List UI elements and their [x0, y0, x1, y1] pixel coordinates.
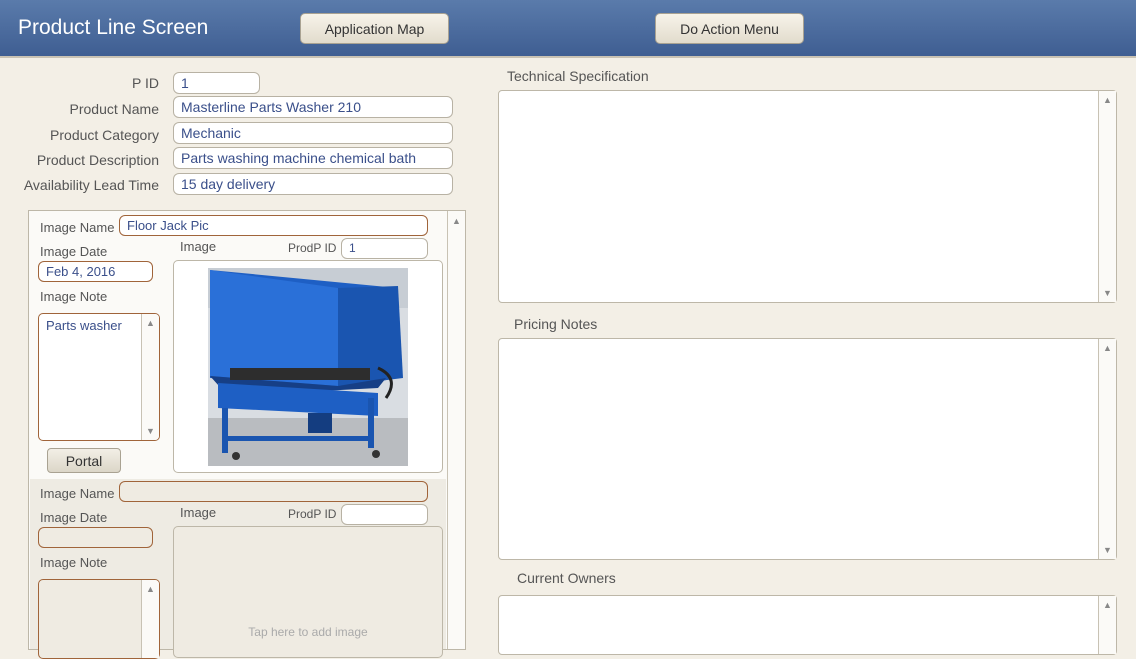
application-map-button[interactable]: Application Map: [300, 13, 449, 44]
pricing-notes-field[interactable]: ▲ ▼: [498, 338, 1117, 560]
pid-field[interactable]: 1: [173, 72, 260, 94]
product-category-field[interactable]: Mechanic: [173, 122, 453, 144]
image-portal: Image Name Floor Jack Pic Image Date Ima…: [28, 210, 466, 659]
image-label: Image: [180, 505, 217, 520]
image-name-field[interactable]: Floor Jack Pic: [119, 215, 428, 236]
product-description-label: Product Description: [36, 152, 159, 168]
product-description-field[interactable]: Parts washing machine chemical bath: [173, 147, 453, 169]
image-date-field[interactable]: [38, 527, 153, 548]
technical-specification-field[interactable]: ▲ ▼: [498, 90, 1117, 303]
product-name-field[interactable]: Masterline Parts Washer 210: [173, 96, 453, 118]
scroll-down-icon[interactable]: ▼: [142, 426, 159, 436]
current-owners-field[interactable]: ▲: [498, 595, 1117, 655]
scroll-up-icon[interactable]: ▲: [1099, 343, 1116, 353]
image-date-label: Image Date: [40, 244, 108, 259]
availability-lead-time-label: Availability Lead Time: [23, 177, 159, 193]
image-note-text: Parts washer: [46, 318, 122, 333]
prodp-id-label: ProdP ID: [288, 241, 337, 255]
scroll-up-icon[interactable]: ▲: [142, 584, 159, 594]
title-bar: Product Line Screen Application Map Do A…: [0, 0, 1136, 58]
tech-spec-scrollbar[interactable]: ▲ ▼: [1098, 91, 1116, 302]
image-container[interactable]: Tap here to add image: [173, 526, 443, 658]
pricing-notes-label: Pricing Notes: [514, 316, 598, 332]
image-note-label: Image Note: [40, 555, 108, 570]
scroll-up-icon[interactable]: ▲: [1099, 95, 1116, 105]
image-name-label: Image Name: [40, 220, 115, 235]
product-category-label: Product Category: [50, 127, 159, 143]
current-owners-label: Current Owners: [517, 570, 616, 586]
do-action-menu-button[interactable]: Do Action Menu: [655, 13, 804, 44]
scroll-up-icon[interactable]: ▲: [448, 216, 465, 226]
image-note-label: Image Note: [40, 289, 108, 304]
image-label: Image: [180, 239, 217, 254]
technical-specification-label: Technical Specification: [507, 68, 649, 84]
note-scrollbar[interactable]: ▲ ▼: [141, 314, 159, 440]
scroll-down-icon[interactable]: ▼: [1099, 545, 1116, 555]
image-note-field[interactable]: Parts washer ▲ ▼: [38, 313, 160, 441]
current-owners-scrollbar[interactable]: ▲: [1098, 596, 1116, 654]
image-date-label: Image Date: [40, 510, 108, 525]
prodp-id-field[interactable]: 1: [341, 238, 428, 259]
scroll-down-icon[interactable]: ▼: [1099, 288, 1116, 298]
availability-lead-time-field[interactable]: 15 day delivery: [173, 173, 453, 195]
image-name-field[interactable]: [119, 481, 428, 502]
image-container[interactable]: [173, 260, 443, 473]
parts-washer-image: [208, 268, 408, 466]
add-image-placeholder: Tap here to add image: [248, 625, 368, 639]
scroll-up-icon[interactable]: ▲: [1099, 600, 1116, 610]
prodp-id-label: ProdP ID: [288, 507, 337, 521]
image-name-label: Image Name: [40, 486, 115, 501]
prodp-id-field[interactable]: [341, 504, 428, 525]
portal-button[interactable]: Portal: [47, 448, 121, 473]
note-scrollbar[interactable]: ▲: [141, 580, 159, 658]
product-name-label: Product Name: [69, 101, 159, 117]
pricing-notes-scrollbar[interactable]: ▲ ▼: [1098, 339, 1116, 559]
scroll-up-icon[interactable]: ▲: [142, 318, 159, 328]
image-date-field[interactable]: Feb 4, 2016: [38, 261, 153, 282]
pid-label: P ID: [132, 75, 159, 91]
image-note-field[interactable]: ▲: [38, 579, 160, 659]
page-title: Product Line Screen: [18, 16, 209, 39]
portal-scrollbar[interactable]: ▲: [447, 211, 465, 649]
portal-row-empty: Image Name Image Date Image ProdP ID Ima…: [30, 479, 446, 659]
